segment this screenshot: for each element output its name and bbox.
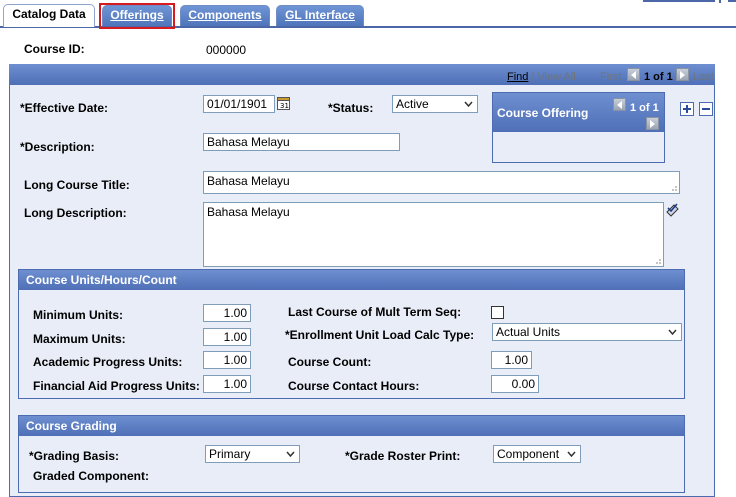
nav-separator: | (531, 71, 535, 83)
chevron-left-icon (631, 71, 636, 79)
contact-hours-input[interactable]: 0.00 (491, 375, 539, 393)
grading-basis-select[interactable]: Primary (205, 445, 300, 463)
course-units-header: Course Units/Hours/Count (19, 270, 684, 290)
financial-aid-units-input[interactable]: 1.00 (203, 375, 251, 393)
find-link[interactable]: Find (507, 71, 528, 83)
next-row-button[interactable] (676, 68, 689, 81)
delete-row-button[interactable] (699, 102, 713, 116)
course-count-input[interactable]: 1.00 (491, 351, 532, 369)
chevron-right-icon (650, 120, 655, 128)
enrollment-load-label: *Enrollment Unit Load Calc Type: (285, 328, 475, 342)
status-select[interactable]: Active (392, 95, 478, 113)
tab-offerings[interactable]: Offerings (102, 5, 172, 26)
minimum-units-label: Minimum Units: (33, 308, 123, 322)
chevron-down-icon (286, 451, 295, 457)
graded-component-label: Graded Component: (33, 469, 149, 483)
effective-date-input[interactable]: 01/01/1901 (203, 95, 275, 113)
tab-components[interactable]: Components (180, 5, 270, 26)
academic-progress-units-input[interactable]: 1.00 (203, 351, 251, 369)
tab-catalog-data[interactable]: Catalog Data (3, 4, 95, 27)
status-label: *Status: (328, 101, 374, 115)
chevron-down-icon (567, 451, 576, 457)
effective-date-label: *Effective Date: (20, 101, 109, 115)
grading-basis-label: *Grading Basis: (29, 449, 120, 463)
add-row-button[interactable] (680, 102, 694, 116)
offering-next-button[interactable] (646, 117, 659, 130)
svg-text:31: 31 (280, 102, 289, 110)
course-grading-header: Course Grading (19, 416, 684, 436)
last-link[interactable]: Last (693, 71, 714, 83)
offering-prev-button[interactable] (613, 98, 626, 111)
plus-icon (683, 105, 691, 113)
resize-grip-icon[interactable] (654, 257, 662, 265)
description-input[interactable]: Bahasa Melayu (203, 133, 400, 151)
chevron-left-icon (617, 101, 622, 109)
row-count: 1 of 1 (644, 71, 673, 83)
academic-progress-units-label: Academic Progress Units: (33, 355, 183, 369)
long-course-title-label: Long Course Title: (24, 178, 130, 192)
long-description-input[interactable]: Bahasa Melayu (203, 202, 664, 267)
view-all-link[interactable]: View All (537, 71, 575, 83)
grade-roster-label: *Grade Roster Print: (345, 449, 461, 463)
minimum-units-input[interactable]: 1.00 (203, 304, 251, 322)
financial-aid-units-label: Financial Aid Progress Units: (33, 379, 200, 393)
prev-row-button[interactable] (627, 68, 640, 81)
tab-strip-rule (0, 26, 736, 28)
first-link[interactable]: First (600, 71, 621, 83)
grade-roster-select[interactable]: Component (493, 445, 581, 463)
last-course-checkbox[interactable] (491, 306, 504, 319)
maximum-units-input[interactable]: 1.00 (203, 328, 251, 346)
course-offering-title: Course Offering (497, 106, 589, 120)
contact-hours-label: Course Contact Hours: (288, 379, 420, 393)
offering-count: 1 of 1 (630, 102, 659, 114)
course-id-value: 000000 (206, 43, 247, 57)
enrollment-load-select[interactable]: Actual Units (492, 323, 682, 341)
top-link-separator (719, 0, 721, 3)
minus-icon (702, 108, 710, 110)
top-link-underline-2 (728, 0, 736, 2)
spell-check-icon[interactable] (665, 202, 681, 218)
maximum-units-label: Maximum Units: (33, 332, 126, 346)
chevron-down-icon (464, 101, 473, 107)
panel-navigation: Find | View All (507, 71, 576, 83)
tab-gl-interface[interactable]: GL Interface (276, 5, 364, 26)
top-link-underline (643, 0, 715, 2)
description-label: *Description: (20, 140, 95, 154)
calendar-icon[interactable]: 31 (277, 96, 290, 110)
resize-grip-icon[interactable] (670, 184, 678, 192)
long-course-title-input[interactable]: Bahasa Melayu (203, 171, 680, 194)
course-id-label: Course ID: (24, 42, 85, 56)
chevron-down-icon (668, 329, 677, 335)
course-count-label: Course Count: (288, 355, 372, 369)
long-description-label: Long Description: (24, 206, 127, 220)
last-course-label: Last Course of Mult Term Seq: (288, 305, 462, 319)
chevron-right-icon (680, 71, 685, 79)
